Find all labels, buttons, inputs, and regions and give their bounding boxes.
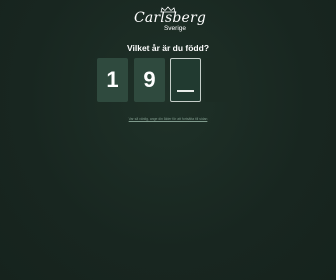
brand-name: Carlsberg [133, 10, 207, 26]
carlsberg-logo: Carlsberg Sverige [0, 6, 336, 33]
age-info-link[interactable]: Var så vänlig, ange din ålder för att fo… [0, 117, 336, 122]
digit-box-1[interactable]: 1 [97, 58, 128, 102]
brand-subtitle: Sverige [163, 25, 187, 32]
digit-box-3[interactable] [170, 58, 201, 102]
birth-year-question: Vilket år är du född? [126, 43, 210, 53]
age-gate-page: Carlsberg Sverige Vilket år är du född? … [0, 0, 336, 280]
digit-box-2[interactable]: 9 [134, 58, 165, 102]
digit-box-4[interactable] [205, 58, 236, 102]
input-cursor [177, 90, 194, 92]
birth-year-input-group: 1 9 [97, 58, 239, 104]
